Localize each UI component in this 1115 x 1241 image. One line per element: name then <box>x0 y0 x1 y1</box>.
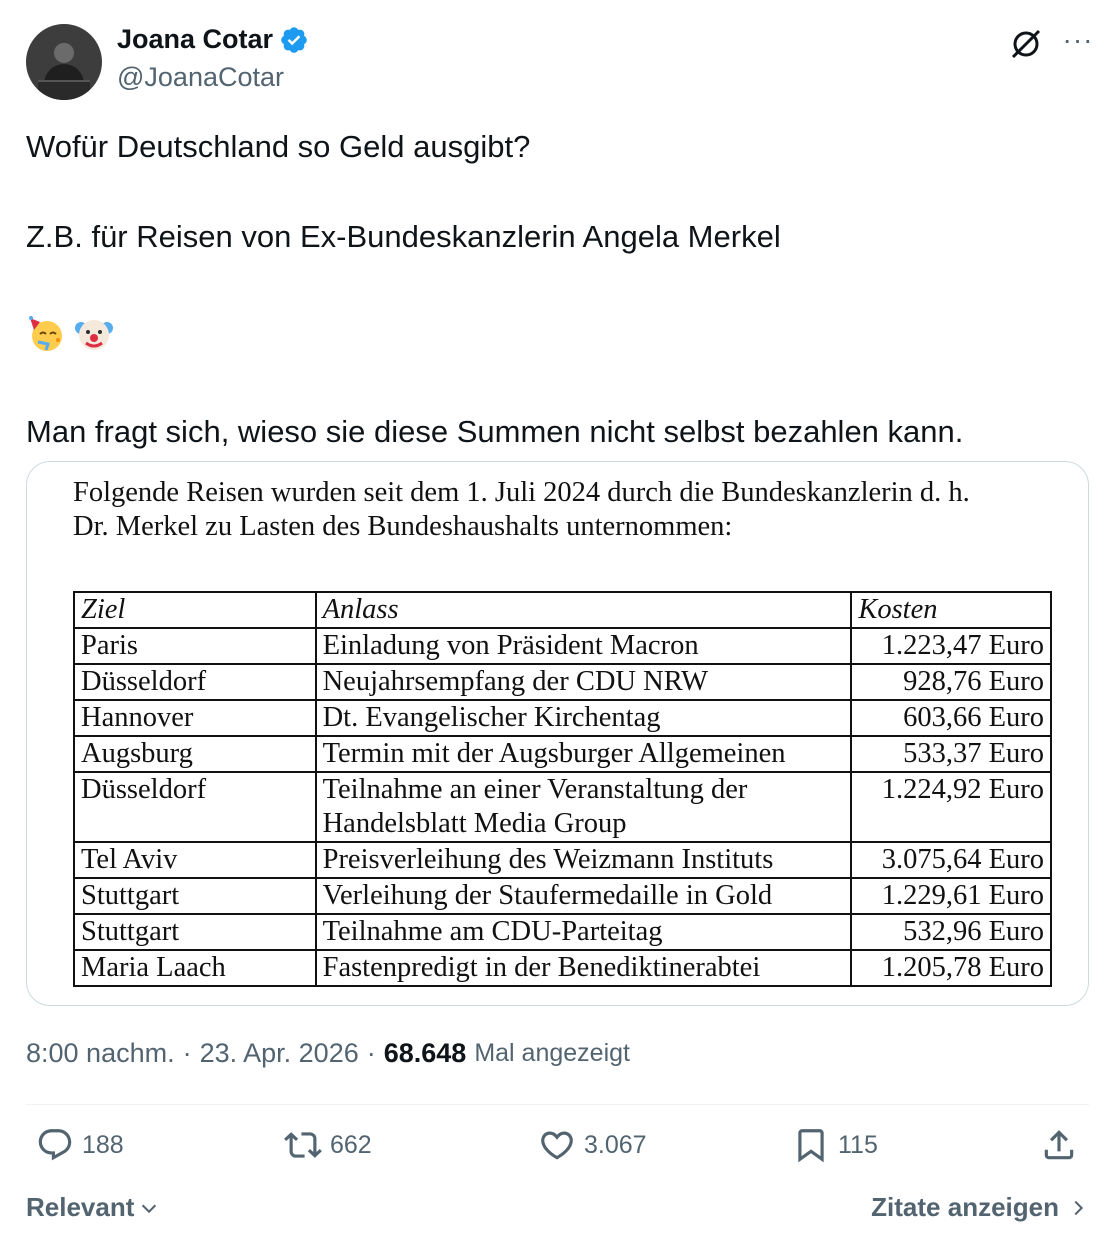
cell-anlass: Verleihung der Staufermedaille in Gold <box>314 877 853 915</box>
like-button[interactable]: 3.067 <box>538 1126 647 1164</box>
column-header: Kosten <box>850 591 1052 629</box>
grok-icon[interactable] <box>1008 26 1044 62</box>
cell-ziel: Hannover <box>73 699 317 737</box>
repost-count: 662 <box>330 1130 372 1159</box>
cell-kosten: 1.223,47 Euro <box>850 627 1052 665</box>
reply-button[interactable]: 188 <box>36 1126 124 1164</box>
attached-image[interactable]: Folgende Reisen wurden seit dem 1. Juli … <box>26 461 1089 1006</box>
clown-face-emoji-icon <box>75 320 113 350</box>
author-handle[interactable]: @JoanaCotar <box>117 62 284 93</box>
more-options-icon[interactable]: ··· <box>1060 26 1096 62</box>
meta-separator: · <box>182 1038 192 1068</box>
cell-kosten: 533,37 Euro <box>850 735 1052 773</box>
meta-separator: · <box>366 1038 376 1068</box>
like-count: 3.067 <box>584 1130 647 1159</box>
cell-anlass: Neujahrsempfang der CDU NRW <box>314 663 853 701</box>
chevron-down-icon <box>142 1204 157 1213</box>
verified-badge-icon[interactable] <box>279 25 309 55</box>
cell-kosten: 1.224,92 Euro <box>850 771 1052 843</box>
author-name[interactable]: Joana Cotar <box>117 24 273 55</box>
bookmark-icon <box>798 1129 824 1163</box>
repost-button[interactable]: 662 <box>284 1126 372 1164</box>
heart-icon <box>541 1131 573 1160</box>
tweet-time[interactable]: 8:00 nachm. <box>26 1038 175 1069</box>
table-row: Augsburg Termin mit der Augsburger Allge… <box>73 735 1052 773</box>
cell-kosten: 1.229,61 Euro <box>850 877 1052 915</box>
table-header-row: Ziel Anlass Kosten <box>73 591 1052 629</box>
document-intro-line: Folgende Reisen wurden seit dem 1. Juli … <box>73 477 970 508</box>
bookmark-button[interactable]: 115 <box>792 1126 878 1164</box>
table-row: Tel Aviv Preisverleihung des Weizmann In… <box>73 841 1052 879</box>
cell-kosten: 928,76 Euro <box>850 663 1052 701</box>
tweet-text: Wofür Deutschland so Geld ausgibt? Z.B. … <box>26 124 1086 454</box>
cell-ziel: Stuttgart <box>73 913 317 951</box>
emoji-row <box>26 304 1086 364</box>
tweet-blank-line <box>26 364 1086 409</box>
action-bar: 188 662 3.067 115 <box>26 1126 1089 1176</box>
cell-ziel: Düsseldorf <box>73 663 317 701</box>
bookmark-count: 115 <box>838 1130 878 1159</box>
cell-ziel: Paris <box>73 627 317 665</box>
travel-cost-table: Ziel Anlass Kosten Paris Einladung von P… <box>73 591 1052 987</box>
views-label: Mal angezeigt <box>474 1039 630 1067</box>
tweet-blank-line <box>26 259 1086 304</box>
tweet-meta: 8:00 nachm. · 23. Apr. 2026 · 68.648 Mal… <box>26 1038 630 1069</box>
column-header: Ziel <box>73 591 317 629</box>
cell-anlass: Teilnahme am CDU-Parteitag <box>314 913 853 951</box>
view-quotes-link[interactable]: Zitate anzeigen <box>871 1192 1089 1223</box>
table-row: Düsseldorf Teilnahme an einer Veranstalt… <box>73 771 1052 843</box>
cell-anlass: Dt. Evangelischer Kirchentag <box>314 699 853 737</box>
tweet-line: Z.B. für Reisen von Ex-Bundeskanzlerin A… <box>26 219 781 254</box>
tweet-date[interactable]: 23. Apr. 2026 <box>200 1038 359 1069</box>
party-face-emoji-icon <box>29 316 62 351</box>
share-button[interactable] <box>1040 1126 1078 1164</box>
column-header: Anlass <box>314 591 853 629</box>
tweet-header: Joana Cotar @JoanaCotar ··· <box>26 22 1096 102</box>
reply-icon <box>38 1129 72 1161</box>
cell-ziel: Düsseldorf <box>73 771 317 843</box>
cell-anlass: Einladung von Präsident Macron <box>314 627 853 665</box>
table-row: Düsseldorf Neujahrsempfang der CDU NRW 9… <box>73 663 1052 701</box>
cell-kosten: 1.205,78 Euro <box>850 949 1052 987</box>
views-count: 68.648 <box>383 1038 467 1068</box>
table-row: Stuttgart Teilnahme am CDU-Parteitag 532… <box>73 913 1052 951</box>
reply-sort-bar: Relevant Zitate anzeigen <box>26 1192 1089 1232</box>
divider <box>26 1104 1089 1105</box>
cell-kosten: 532,96 Euro <box>850 913 1052 951</box>
cell-ziel: Augsburg <box>73 735 317 773</box>
chevron-right-icon <box>1074 1200 1084 1215</box>
tweet-line: Wofür Deutschland so Geld ausgibt? <box>26 129 531 164</box>
table-row: Maria Laach Fastenpredigt in der Benedik… <box>73 949 1052 987</box>
document-intro-line: Dr. Merkel zu Lasten des Bundeshaushalts… <box>73 511 733 542</box>
quotes-label: Zitate anzeigen <box>871 1192 1059 1222</box>
cell-ziel: Stuttgart <box>73 877 317 915</box>
repost-icon <box>284 1132 322 1158</box>
document-scan: Folgende Reisen wurden seit dem 1. Juli … <box>73 476 1063 987</box>
document-intro: Folgende Reisen wurden seit dem 1. Juli … <box>73 476 1063 544</box>
author-name-row: Joana Cotar <box>117 24 309 55</box>
avatar[interactable] <box>26 24 102 100</box>
share-icon <box>1044 1130 1074 1160</box>
table-row: Stuttgart Verleihung der Staufermedaille… <box>73 877 1052 915</box>
cell-anlass: Termin mit der Augsburger Allgemeinen <box>314 735 853 773</box>
cell-anlass: Teilnahme an einer Veranstaltung der Han… <box>314 771 853 843</box>
cell-anlass: Preisverleihung des Weizmann Instituts <box>314 841 853 879</box>
cell-anlass: Fastenpredigt in der Benediktinerabtei <box>314 949 853 987</box>
sort-label: Relevant <box>26 1192 135 1222</box>
avatar-podium <box>38 80 90 100</box>
cell-ziel: Maria Laach <box>73 949 317 987</box>
table-row: Paris Einladung von Präsident Macron 1.2… <box>73 627 1052 665</box>
tweet-line: Man fragt sich, wieso sie diese Summen n… <box>26 414 964 449</box>
cell-kosten: 603,66 Euro <box>850 699 1052 737</box>
table-row: Hannover Dt. Evangelischer Kirchentag 60… <box>73 699 1052 737</box>
sort-dropdown[interactable]: Relevant <box>26 1192 160 1223</box>
cell-ziel: Tel Aviv <box>73 841 317 879</box>
reply-count: 188 <box>82 1130 124 1159</box>
cell-kosten: 3.075,64 Euro <box>850 841 1052 879</box>
tweet-blank-line <box>26 169 1086 214</box>
